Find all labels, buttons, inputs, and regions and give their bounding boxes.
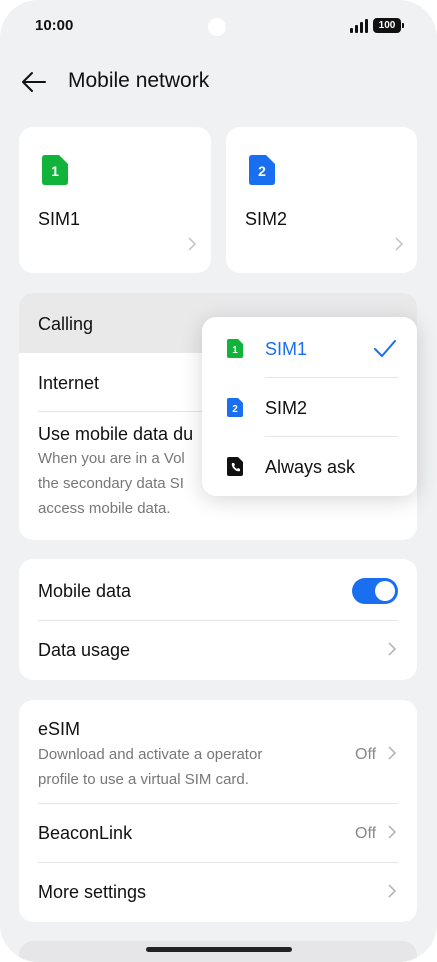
dropdown-item-sim1[interactable]: 1 SIM1 (202, 319, 417, 377)
esim-row[interactable]: eSIM Download and activate a operator pr… (19, 700, 417, 803)
esim-status: Off (355, 746, 377, 763)
chevron-right-icon (387, 642, 397, 656)
mobile-data-label: Mobile data (38, 581, 132, 601)
page-title: Mobile network (68, 69, 210, 92)
esim-card: eSIM Download and activate a operator pr… (19, 700, 417, 922)
sim1-small-icon: 1 (227, 339, 243, 358)
phone-call-icon (227, 457, 243, 476)
sim-select-dropdown: 1 SIM1 2 SIM2 Always ask (202, 317, 417, 496)
app-header: Mobile network (0, 60, 437, 104)
dropdown-item-sim2[interactable]: 2 SIM2 (202, 378, 417, 436)
dropdown-item-label: Always ask (265, 457, 356, 477)
mobile-data-row[interactable]: Mobile data (19, 559, 417, 620)
use-mobile-data-desc-line2: the secondary data SI (38, 475, 184, 492)
status-bar: 10:00 100 (0, 0, 437, 52)
more-settings-row[interactable]: More settings (19, 862, 417, 922)
sim2-card[interactable]: 2 SIM2 (226, 127, 417, 273)
dropdown-item-label: SIM2 (265, 398, 308, 418)
chevron-right-icon (387, 746, 397, 760)
phone-screen: 10:00 100 Mobile network 1 SIM1 2 SIM2 C… (0, 0, 437, 962)
sim1-card-icon: 1 (42, 155, 68, 185)
mobile-data-card: Mobile data Data usage (19, 559, 417, 680)
sim1-badge: 1 (51, 163, 59, 179)
back-arrow-icon[interactable] (18, 66, 50, 98)
sim2-badge: 2 (258, 163, 266, 179)
status-time: 10:00 (35, 17, 74, 34)
data-usage-row[interactable]: Data usage (19, 620, 417, 680)
sim1-label: SIM1 (38, 209, 81, 229)
signal-icon (350, 19, 370, 33)
data-usage-label: Data usage (38, 640, 131, 660)
use-mobile-data-desc-line1: When you are in a Vol (38, 450, 185, 467)
battery-icon: 100 (373, 18, 404, 33)
camera-cutout (208, 18, 226, 36)
sim1-card[interactable]: 1 SIM1 (19, 127, 211, 273)
chevron-right-icon (187, 237, 197, 251)
dropdown-item-label: SIM1 (265, 339, 308, 359)
sim2-label: SIM2 (245, 209, 288, 229)
use-mobile-data-title: Use mobile data du (38, 424, 194, 444)
use-mobile-data-desc-line3: access mobile data. (38, 500, 171, 517)
toggle-knob (375, 581, 395, 601)
sim2-small-icon: 2 (227, 398, 243, 417)
beaconlink-label: BeaconLink (38, 823, 133, 843)
chevron-right-icon (387, 825, 397, 839)
home-indicator[interactable] (146, 947, 292, 952)
beaconlink-row[interactable]: BeaconLink Off (19, 803, 417, 862)
calling-label: Calling (38, 314, 94, 334)
esim-desc-line1: Download and activate a operator (38, 746, 263, 763)
dropdown-item-always-ask[interactable]: Always ask (202, 437, 417, 495)
mobile-data-toggle[interactable] (352, 578, 398, 604)
chevron-right-icon (387, 884, 397, 898)
chevron-right-icon (394, 237, 404, 251)
esim-title: eSIM (38, 719, 81, 739)
esim-desc-line2: profile to use a virtual SIM card. (38, 771, 249, 788)
internet-label: Internet (38, 373, 100, 393)
beaconlink-status: Off (355, 825, 377, 842)
checkmark-icon (373, 339, 397, 359)
sim2-card-icon: 2 (249, 155, 275, 185)
more-settings-label: More settings (38, 882, 147, 902)
sim2-small-badge: 2 (232, 404, 238, 415)
sim1-small-badge: 1 (232, 345, 238, 356)
